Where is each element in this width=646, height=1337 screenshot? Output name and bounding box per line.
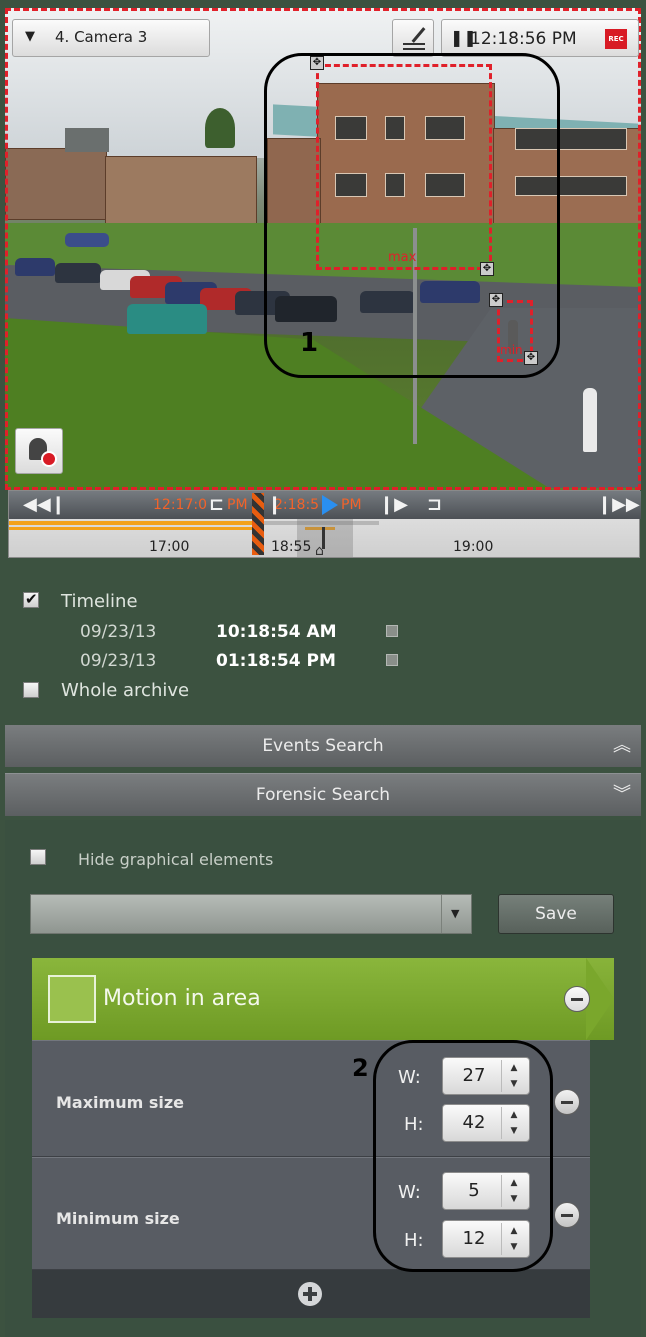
pencil-icon-stroke — [411, 27, 426, 43]
range-end-icon[interactable]: ⊐ — [427, 494, 442, 515]
archive-timeline[interactable]: ◀◀❙ ⊏ 12:17:0 PM 2:18:5 PM ❙ ❙▶ ⊐ ❙▶▶ ⌂ … — [8, 490, 641, 559]
start-time[interactable]: 10:18:54 AM — [216, 622, 337, 642]
skip-to-start-icon[interactable]: ◀◀❙ — [23, 494, 66, 515]
add-icon[interactable] — [298, 1282, 322, 1306]
minimum-size-label: Minimum size — [56, 1209, 180, 1228]
range-start-icon[interactable]: ⊏ — [209, 494, 224, 515]
timeline-current-marker[interactable] — [252, 493, 264, 555]
timeline-checkbox[interactable] — [23, 590, 39, 608]
archive-track-recorded — [9, 527, 254, 530]
forensic-search-title: Forensic Search — [255, 785, 391, 805]
hide-graphical-checkbox[interactable] — [30, 849, 46, 865]
step-forward-icon[interactable]: ❙▶ — [379, 494, 408, 515]
callout-2-outline — [373, 1040, 553, 1272]
preset-dropdown[interactable]: ▼ — [30, 894, 472, 934]
expand-chevron-down-icon[interactable]: ︾ — [613, 774, 631, 816]
save-button[interactable]: Save — [498, 894, 614, 934]
whole-archive-label: Whole archive — [61, 680, 190, 701]
hide-graphical-label: Hide graphical elements — [78, 850, 274, 869]
camera-selector[interactable]: ▼ 4. Camera 3 — [12, 19, 210, 57]
end-time[interactable]: 01:18:54 PM — [216, 651, 336, 671]
callout-2-number: 2 — [352, 1054, 369, 1082]
condition-arrow — [586, 958, 614, 1040]
forensic-search-header[interactable]: Forensic Search ︾ — [5, 773, 641, 816]
start-date[interactable]: 09/23/13 — [80, 622, 156, 642]
play-icon[interactable] — [322, 495, 338, 515]
camera-name: 4. Camera 3 — [55, 28, 148, 46]
timeline-label: Timeline — [61, 591, 138, 612]
chevron-down-icon: ▼ — [451, 907, 460, 920]
maximum-size-label: Maximum size — [56, 1093, 184, 1112]
area-shape-icon — [48, 975, 96, 1023]
pencil-icon — [403, 43, 425, 45]
events-search-header[interactable]: Events Search ︽ — [5, 725, 641, 767]
time-display[interactable]: ❚❚ 12:18:56 PM REC — [441, 19, 639, 57]
end-calendar-icon[interactable] — [386, 654, 398, 666]
playhead-anchor-icon: ⌂ — [315, 543, 324, 559]
add-parameter-row[interactable] — [32, 1270, 590, 1318]
pencil-icon-line — [403, 48, 425, 50]
skip-to-end-icon[interactable]: ❙▶▶ — [597, 494, 640, 515]
tick-label: 17:00 — [149, 539, 190, 555]
remove-minimum-size-button[interactable] — [554, 1202, 580, 1228]
archive-track-recorded — [9, 521, 254, 525]
end-date[interactable]: 09/23/13 — [80, 651, 156, 671]
timeline-time-left-suffix: PM — [227, 497, 248, 513]
tick-label: 19:00 — [453, 539, 494, 555]
start-calendar-icon[interactable] — [386, 625, 398, 637]
callout-1-number: 1 — [300, 328, 319, 358]
remove-condition-button[interactable] — [564, 986, 590, 1012]
remove-maximum-size-button[interactable] — [554, 1089, 580, 1115]
camera-time: 12:18:56 PM — [470, 29, 577, 49]
timeline-time-right-suffix: PM — [341, 497, 362, 513]
rec-badge: REC — [605, 29, 627, 49]
events-search-title: Events Search — [262, 736, 384, 756]
edit-button[interactable] — [392, 19, 434, 57]
condition-title: Motion in area — [103, 986, 261, 1011]
tick-label: 18:55 — [271, 539, 312, 555]
whole-archive-checkbox[interactable] — [23, 682, 39, 698]
collapse-chevron-up-icon[interactable]: ︽ — [613, 725, 631, 767]
dropdown-button[interactable]: ▼ — [441, 895, 472, 933]
timeline-time-left: 12:17:0 — [153, 497, 207, 513]
timeline-cursor-icon: ❙ — [267, 494, 283, 515]
add-icon-v — [308, 1287, 312, 1301]
dropdown-arrow-icon: ▼ — [25, 29, 35, 44]
